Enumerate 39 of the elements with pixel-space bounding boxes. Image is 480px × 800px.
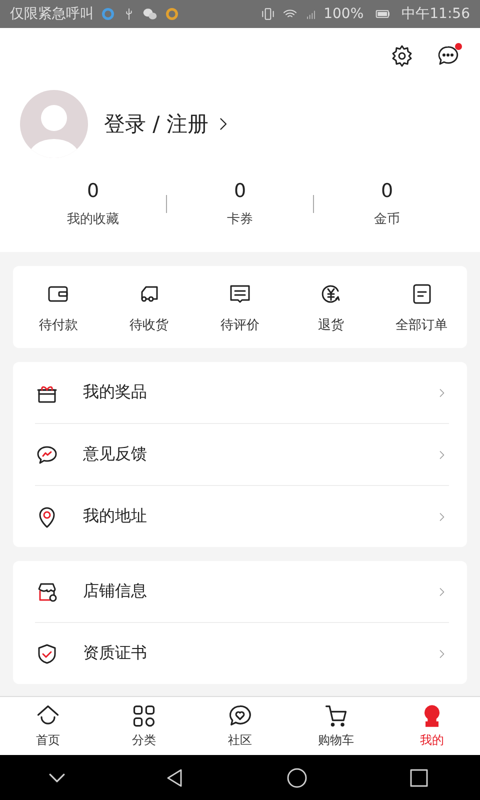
grid-icon: [131, 703, 157, 729]
battery-percent: 100%: [324, 6, 364, 22]
settings-icon: [390, 44, 414, 68]
settings-button[interactable]: [390, 44, 414, 68]
stat-value: 0: [380, 180, 394, 202]
home-circle-icon: [285, 766, 309, 790]
tab-item[interactable]: 购物车: [288, 697, 384, 755]
stat-value: 0: [234, 180, 246, 202]
clock-time: 中午11:56: [402, 5, 470, 23]
menu-label: 资质证书: [83, 643, 148, 664]
cart-icon: [323, 703, 349, 729]
menu-item[interactable]: 我的地址: [35, 486, 449, 547]
tab-item[interactable]: 我的: [384, 697, 480, 755]
menu-label: 我的奖品: [83, 382, 148, 403]
tab-item[interactable]: 分类: [96, 697, 192, 755]
stat-label: 卡券: [227, 211, 253, 228]
order-shortcut[interactable]: 待评价: [194, 282, 286, 334]
tab-item[interactable]: 首页: [0, 697, 96, 755]
stat-label: 金币: [374, 211, 400, 228]
order-shortcut[interactable]: 退货: [285, 282, 376, 334]
order-shortcut[interactable]: 待收货: [104, 282, 195, 334]
order-shortcut[interactable]: 全部订单: [376, 282, 467, 334]
menu-item[interactable]: 店铺信息: [35, 561, 449, 623]
home-button[interactable]: [285, 766, 309, 790]
menu-label: 意见反馈: [83, 444, 148, 465]
stat-value: 0: [86, 180, 100, 202]
collapse-button[interactable]: [49, 772, 65, 782]
menu-item[interactable]: 意见反馈: [35, 424, 449, 486]
tab-item[interactable]: 社区: [192, 697, 288, 755]
stat-label: 我的收藏: [67, 211, 119, 228]
login-link[interactable]: 登录 / 注册: [104, 110, 232, 138]
menu-item[interactable]: 我的奖品: [35, 362, 449, 424]
vibrate-icon: [260, 6, 276, 22]
menu-label: 我的地址: [83, 506, 148, 527]
chevron-down-icon: [49, 772, 65, 782]
carrier-text: 仅限紧急呼叫: [10, 5, 94, 23]
menu-item[interactable]: 资质证书: [35, 623, 449, 684]
order-shortcut[interactable]: 待付款: [13, 282, 104, 334]
menu-label: 店铺信息: [83, 581, 148, 602]
